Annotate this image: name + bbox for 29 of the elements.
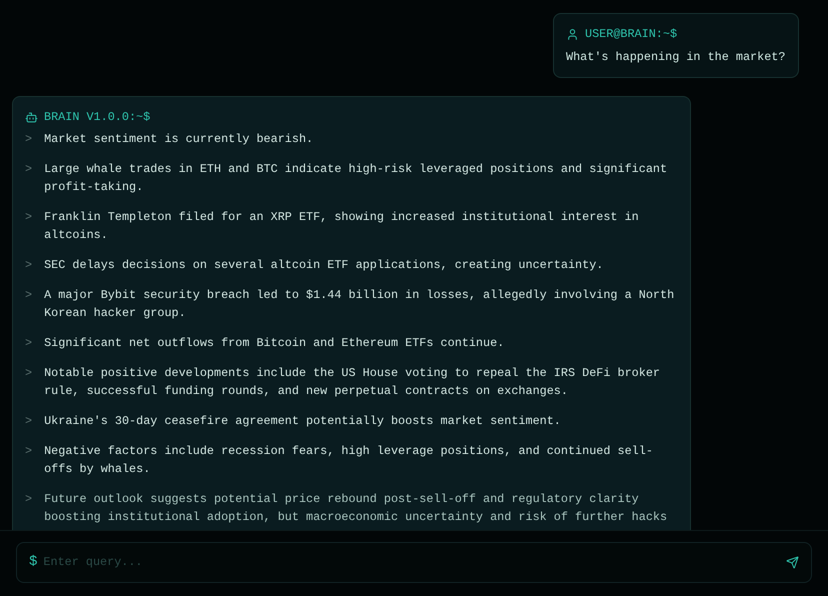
response-item: Market sentiment is currently bearish. [44, 131, 314, 148]
chevron-icon: > [25, 442, 32, 478]
query-field[interactable]: $ Enter query... [16, 542, 812, 583]
send-icon[interactable] [786, 556, 799, 569]
response-item: Large whale trades in ETH and BTC indicate high-risk leveraged positions and significant profit-taking. [44, 161, 668, 196]
response-item: Significant net outflows from Bitcoin and Ethereum ETFs continue. [44, 335, 504, 352]
chevron-icon: > [25, 334, 32, 352]
user-message: What's happening in the market? [566, 49, 786, 66]
chevron-icon: > [25, 208, 32, 244]
chevron-icon: > [25, 256, 32, 274]
chevron-icon: > [25, 160, 32, 196]
response-item: Ukraine's 30-day ceasefire agreement potentially boosts market sentiment. [44, 413, 561, 430]
response-item: Notable positive developments include the US House voting to repeal the IRS DeFi broker rule, successful funding rounds, and new perpetual contracts on exchanges. [44, 365, 661, 400]
user-prompt: USER@BRAIN:~$ [585, 26, 678, 43]
response-item: A major Bybit security breach led to $1.44 billion in losses, allegedly involving a North Korean hacker group. [44, 287, 676, 322]
chevron-icon: > [25, 490, 32, 526]
response-item: Negative factors include recession fears, high leverage positions, and continued sell-offs by whales. [44, 443, 654, 478]
chevron-icon: > [25, 286, 32, 322]
chevron-icon: > [25, 412, 32, 430]
response-item: Franklin Templeton filed for an XRP ETF, showing increased institutional interest in altcoins. [44, 209, 640, 244]
robot-icon [25, 110, 38, 124]
bot-prompt: BRAIN V1.0.0:~$ [44, 109, 150, 126]
user-icon [566, 28, 579, 40]
query-input[interactable]: Enter query... [43, 554, 780, 572]
response-item: Future outlook suggests potential price rebound post-sell-off and regulatory clarity boosting institutional adoption, but macroeconomic uncertainty and risk of further hacks [44, 491, 668, 526]
dollar-prompt: $ [29, 553, 38, 572]
response-item: SEC delays decisions on several altcoin ETF applications, creating uncertainty. [44, 257, 604, 274]
chevron-icon: > [25, 364, 32, 400]
chevron-icon: > [25, 130, 32, 148]
